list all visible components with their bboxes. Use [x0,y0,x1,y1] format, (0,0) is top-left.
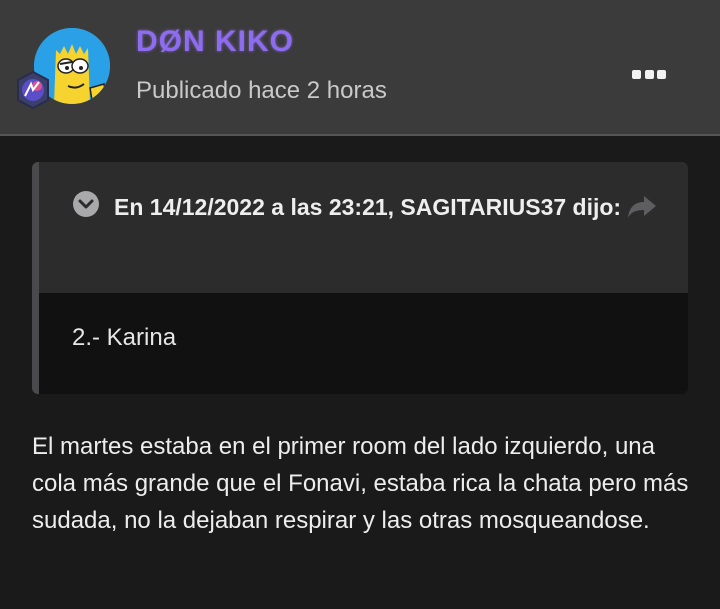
rank-badge-icon [13,70,53,110]
more-options-icon[interactable] [632,70,666,82]
post-timestamp: Publicado hace 2 horas [136,77,387,104]
quote-text: 2.- Karina [72,324,177,351]
more-dot [644,70,654,79]
more-dot [657,70,666,79]
quote-header [39,162,688,293]
author-name[interactable]: DØN KIKO [136,24,294,60]
post-header: DØN KIKO Publicado hace 2 horas [0,0,720,136]
quote-attribution[interactable]: En 14/12/2022 a las 23:21, SAGITARIUS37 … [72,190,632,224]
share-arrow-icon[interactable] [626,194,658,220]
more-dot [632,70,641,79]
quote-bar [32,162,39,394]
post-body-text: El martes estaba en el primer room del l… [32,433,689,534]
